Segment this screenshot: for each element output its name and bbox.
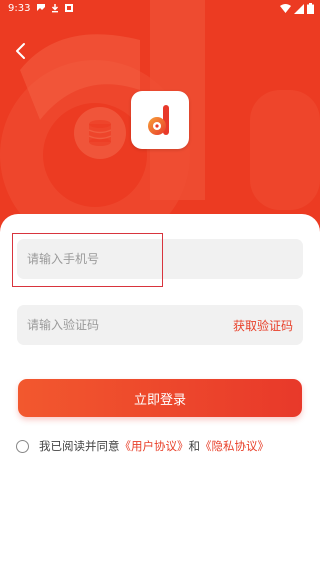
image-icon xyxy=(37,4,45,12)
download-icon xyxy=(51,4,59,13)
app-icon xyxy=(65,4,73,12)
back-arrow-icon[interactable] xyxy=(10,40,32,62)
status-bar: 9:33 xyxy=(0,0,320,18)
logo-icon xyxy=(148,105,169,135)
agreement-row: 我已阅读并同意 《用户协议》 和 《隐私协议》 xyxy=(16,436,269,456)
code-field: 获取验证码 xyxy=(17,305,303,345)
agreement-prefix: 我已阅读并同意 xyxy=(39,439,120,453)
user-agreement-link[interactable]: 《用户协议》 xyxy=(120,438,189,454)
phone-input[interactable] xyxy=(17,239,217,279)
privacy-agreement-link[interactable]: 《隐私协议》 xyxy=(200,438,269,454)
login-button[interactable]: 立即登录 xyxy=(18,379,302,417)
agreement-conjunction: 和 xyxy=(188,439,201,453)
battery-icon xyxy=(307,3,314,14)
phone-field xyxy=(17,239,303,279)
agree-checkbox[interactable] xyxy=(16,439,29,453)
wifi-icon xyxy=(280,3,291,13)
verification-code-input[interactable] xyxy=(17,305,217,345)
get-code-button[interactable]: 获取验证码 xyxy=(233,317,293,334)
app-logo xyxy=(131,91,189,149)
signal-icon xyxy=(294,3,304,14)
status-time: 9:33 xyxy=(8,3,31,14)
